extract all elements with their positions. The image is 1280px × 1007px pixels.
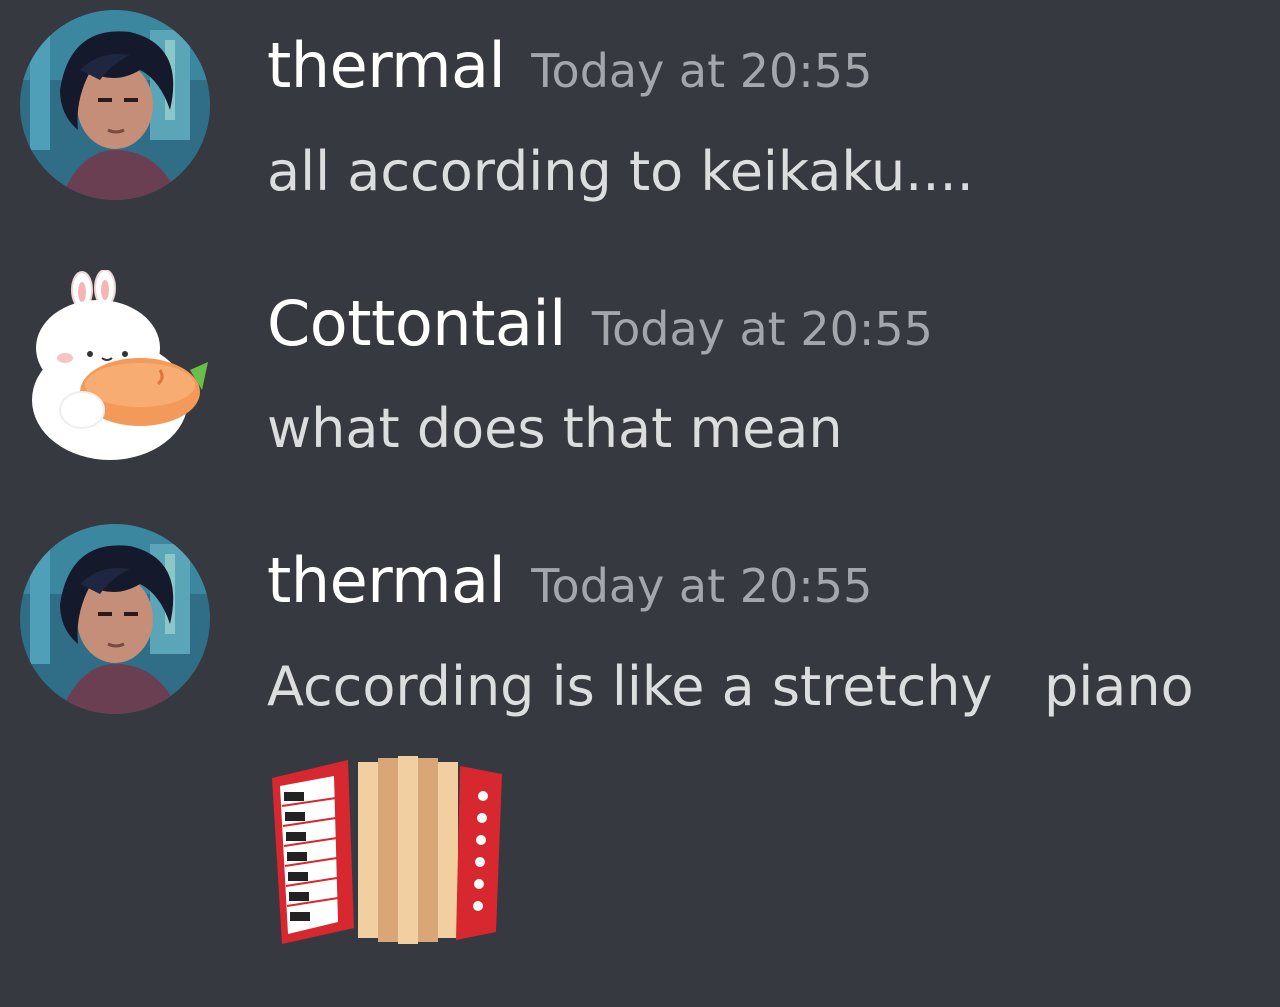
timestamp[interactable]: Today at 20:55: [531, 559, 872, 613]
message-header: thermal Today at 20:55: [267, 550, 872, 612]
anime-portrait-icon: [20, 524, 210, 714]
chat-messages: thermal Today at 20:55 all according to k…: [0, 0, 1280, 1007]
username[interactable]: thermal: [267, 29, 506, 102]
username[interactable]: Cottontail: [267, 287, 566, 360]
accordion-emoji: [268, 756, 508, 948]
message-text: According is like a stretchy piano: [267, 655, 1194, 718]
user-avatar-cottontail[interactable]: [20, 270, 210, 460]
message-text: all according to keikaku....: [267, 140, 974, 203]
message-text: what does that mean: [267, 397, 843, 460]
timestamp[interactable]: Today at 20:55: [592, 302, 933, 356]
message-header: Cottontail Today at 20:55: [267, 293, 933, 355]
bunny-eating-carrot-icon: [20, 270, 210, 460]
message-header: thermal Today at 20:55: [267, 35, 872, 97]
username[interactable]: thermal: [267, 544, 506, 617]
user-avatar-thermal[interactable]: [20, 10, 210, 200]
user-avatar-thermal[interactable]: [20, 524, 210, 714]
anime-portrait-icon: [20, 10, 210, 200]
accordion-icon: [272, 756, 502, 944]
timestamp[interactable]: Today at 20:55: [531, 44, 872, 98]
